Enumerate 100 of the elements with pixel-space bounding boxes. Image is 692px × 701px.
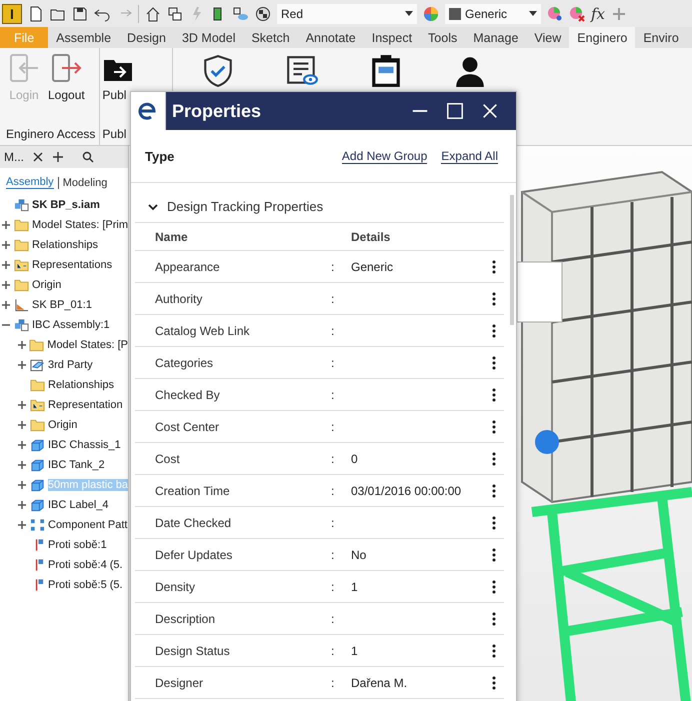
more-options-icon[interactable] (492, 548, 496, 562)
checker-ball-icon[interactable] (255, 6, 271, 22)
document-eye-icon[interactable] (285, 54, 320, 88)
ribbon-tab[interactable]: Design (119, 27, 174, 48)
ribbon-tab[interactable]: Assemble (48, 27, 120, 48)
more-options-icon[interactable] (492, 420, 496, 434)
tree-item[interactable]: Representation (48, 399, 123, 411)
more-options-icon[interactable] (492, 292, 496, 306)
expand-toggle-icon[interactable] (2, 241, 10, 249)
tree-item[interactable]: 3rd Party (48, 359, 93, 371)
more-options-icon[interactable] (492, 580, 496, 594)
expand-toggle-icon[interactable] (18, 421, 26, 429)
ribbon-tab[interactable]: Enviro (635, 27, 687, 48)
expand-toggle-icon[interactable] (2, 301, 10, 309)
tree-item[interactable]: Representations (32, 259, 112, 271)
expand-toggle-icon[interactable] (18, 341, 26, 349)
part-cube-icon (30, 498, 45, 512)
tree-item[interactable]: Model States: [P (47, 339, 128, 351)
search-icon[interactable] (82, 151, 94, 163)
expand-toggle-icon[interactable] (18, 401, 26, 409)
logout-icon (50, 52, 82, 84)
function-button[interactable]: fx (591, 4, 606, 22)
expand-toggle-icon[interactable] (18, 461, 26, 469)
browser-tab[interactable]: M... (4, 150, 24, 164)
tree-item[interactable]: Origin (32, 279, 62, 291)
colon-separator: : (331, 580, 334, 594)
material-dropdown[interactable]: Red (277, 4, 417, 24)
save-icon[interactable] (72, 6, 88, 22)
expand-toggle-icon[interactable] (18, 361, 26, 369)
close-icon[interactable] (32, 151, 44, 163)
clear-color-icon[interactable] (569, 6, 585, 22)
window-title: Properties (172, 100, 262, 122)
property-name: Density (155, 580, 196, 594)
more-options-icon[interactable] (492, 676, 496, 690)
more-options-icon[interactable] (492, 612, 496, 626)
expand-toggle-icon[interactable] (2, 261, 10, 269)
tree-item[interactable]: Model States: [Prim (32, 219, 128, 231)
tree-item[interactable]: IBC Tank_2 (48, 459, 105, 471)
property-name: Description (155, 612, 216, 626)
more-options-icon[interactable] (492, 324, 496, 338)
column-header: Details (351, 230, 392, 244)
colon-separator: : (331, 516, 334, 530)
tree-item[interactable]: Relationships (48, 379, 114, 391)
tree-item[interactable]: Origin (48, 419, 78, 431)
ribbon-tab[interactable]: Enginero (569, 27, 636, 48)
browser-mode-tab[interactable]: Assembly (6, 176, 54, 189)
windows-icon[interactable] (167, 6, 183, 22)
more-options-icon[interactable] (492, 484, 496, 498)
more-options-icon[interactable] (492, 516, 496, 530)
tree-item[interactable]: Proti sobě:1 (48, 539, 107, 551)
ribbon-tab[interactable]: 3D Model (174, 27, 244, 48)
property-name: Defer Updates (155, 548, 234, 562)
tree-item[interactable]: Proti sobě:5 (5. (48, 579, 123, 591)
tree-item[interactable]: Component Patt (48, 519, 128, 531)
more-options-icon[interactable] (492, 356, 496, 370)
expand-toggle-icon[interactable] (2, 281, 10, 289)
app-logo[interactable]: I (2, 4, 22, 24)
tree-item[interactable]: SK BP_01:1 (32, 299, 92, 311)
property-name: Cost (155, 452, 181, 466)
action-link[interactable]: Add New Group (342, 148, 428, 164)
tree-item[interactable]: IBC Assembly:1 (32, 319, 110, 331)
home-icon[interactable] (145, 6, 161, 22)
tree-item[interactable]: SK BP_s.iam (32, 199, 100, 211)
login-icon (8, 52, 40, 84)
maximize-icon[interactable] (446, 102, 464, 120)
ribbon-tab[interactable]: Inspect (364, 27, 420, 48)
tree-item[interactable]: IBC Chassis_1 (48, 439, 121, 451)
color-wheel-icon[interactable] (423, 6, 439, 22)
section-title[interactable]: Design Tracking Properties (167, 199, 324, 214)
ribbon-tab[interactable]: Annotate (298, 27, 364, 48)
more-options-icon[interactable] (492, 260, 496, 274)
ribbon-tab[interactable]: View (526, 27, 570, 48)
expand-toggle-icon[interactable] (18, 501, 26, 509)
appearance-dropdown[interactable]: Generic (445, 4, 541, 24)
tree-item[interactable]: Proti sobě:4 (5. (48, 559, 123, 571)
ribbon-tab[interactable]: Manage (465, 27, 526, 48)
ribbon-tab[interactable]: Sketch (243, 27, 298, 48)
more-options-icon[interactable] (492, 388, 496, 402)
browser-mode-tab[interactable]: Modeling (62, 176, 108, 188)
logout-button[interactable]: Logout (46, 52, 87, 102)
more-options-icon[interactable] (492, 452, 496, 466)
colon-separator: : (331, 644, 334, 658)
action-link[interactable]: Expand All (441, 148, 498, 164)
property-name: Categories (155, 356, 214, 370)
new-file-icon[interactable] (28, 6, 44, 22)
tree-item[interactable]: IBC Label_4 (48, 499, 109, 511)
expand-toggle-icon[interactable] (2, 221, 10, 229)
expand-toggle-icon[interactable] (18, 481, 26, 489)
colon-separator: : (331, 260, 334, 274)
tree-item[interactable]: Relationships (32, 239, 98, 251)
ribbon-tab[interactable]: Tools (420, 27, 466, 48)
expand-toggle-icon[interactable] (18, 521, 26, 529)
color-picker-icon[interactable] (547, 6, 563, 22)
part-cube-icon (30, 438, 45, 452)
publish-button[interactable]: Publ (102, 52, 134, 102)
part-cube-icon (30, 478, 45, 492)
plus-icon[interactable] (52, 151, 64, 163)
expand-toggle-icon[interactable] (18, 441, 26, 449)
more-options-icon[interactable] (492, 644, 496, 658)
property-name: Authority (155, 292, 204, 306)
